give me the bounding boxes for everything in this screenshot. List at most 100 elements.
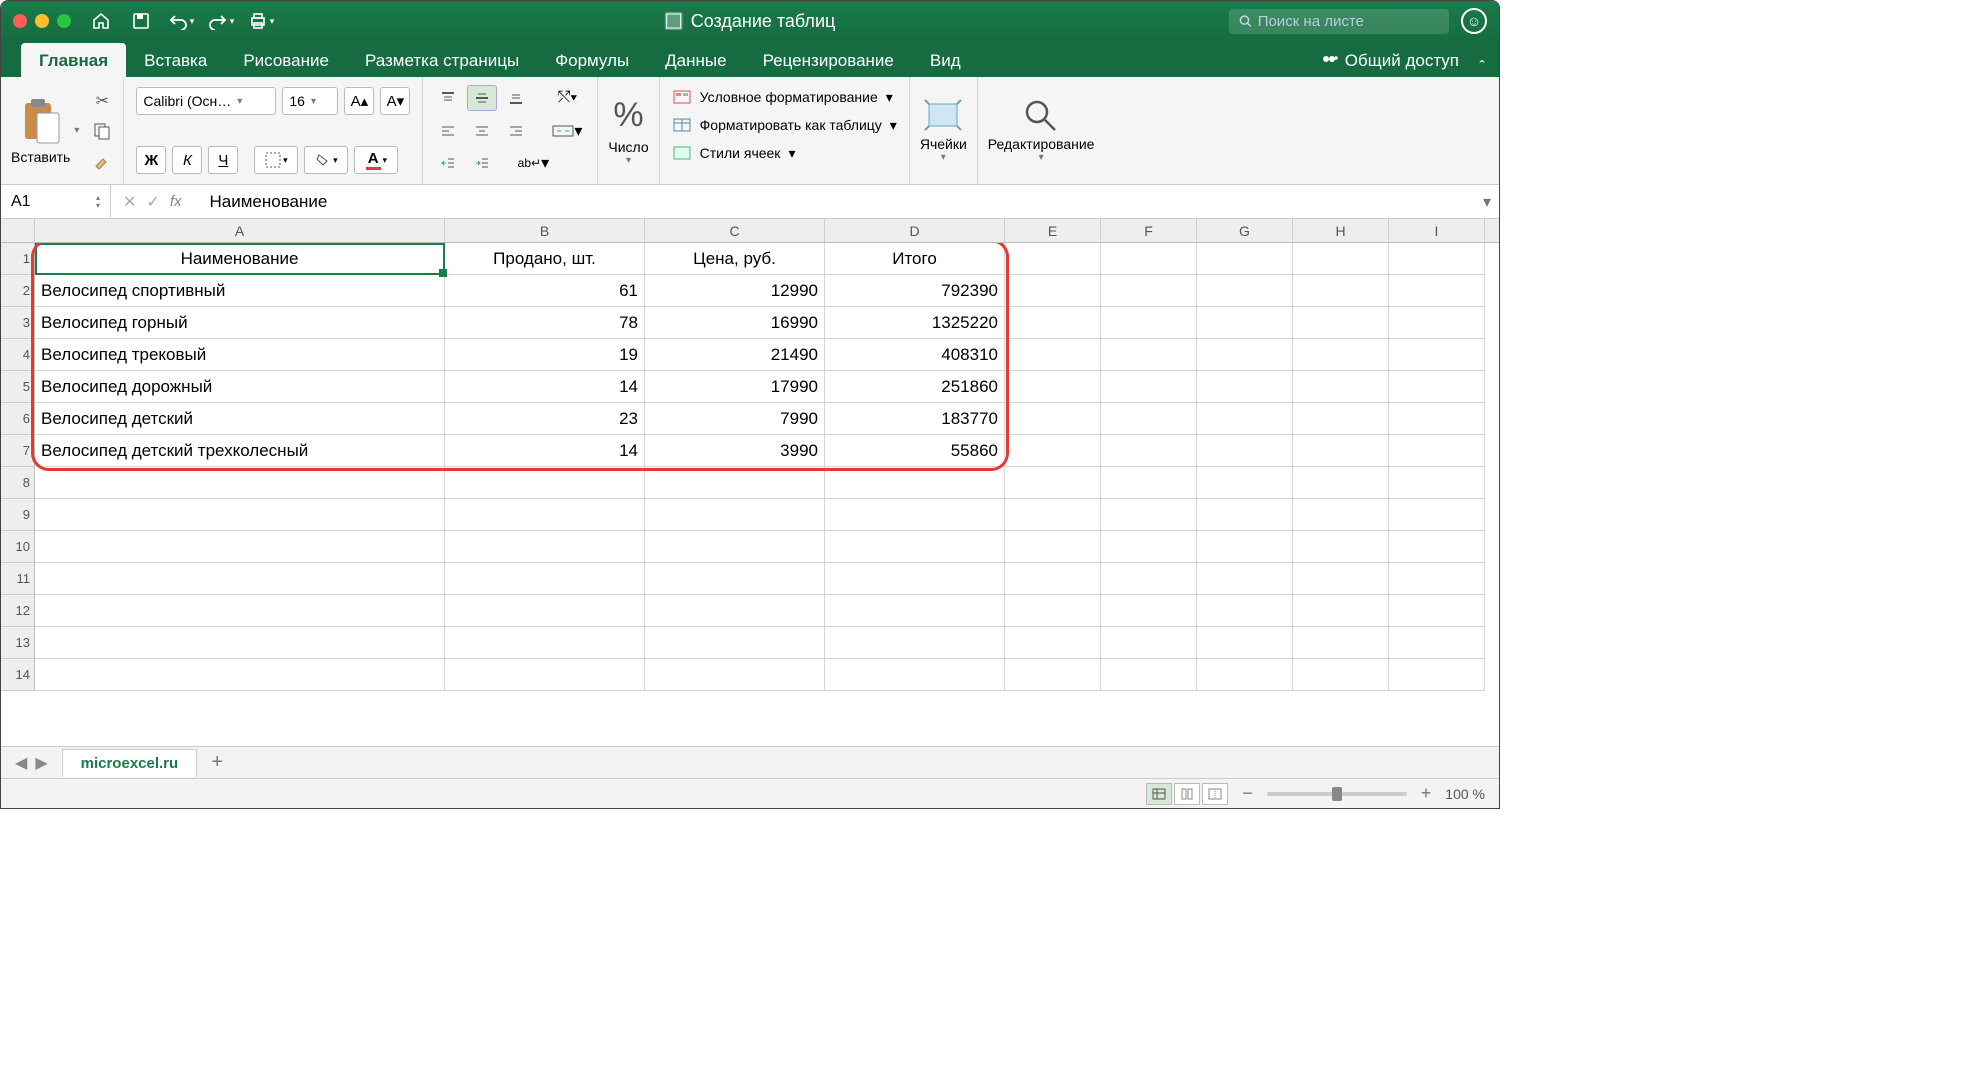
cell[interactable] [1005, 243, 1101, 275]
cell[interactable] [645, 499, 825, 531]
cell[interactable] [1101, 339, 1197, 371]
cell[interactable] [1389, 531, 1485, 563]
row-header[interactable]: 5 [1, 371, 35, 403]
page-layout-view-icon[interactable] [1174, 783, 1200, 805]
cell[interactable] [1293, 595, 1389, 627]
cell[interactable]: Велосипед спортивный [35, 275, 445, 307]
sheet-nav-next-icon[interactable]: ▶ [35, 753, 47, 773]
cell[interactable] [825, 595, 1005, 627]
font-size-combo[interactable]: 16▾ [282, 87, 338, 115]
cell[interactable]: 251860 [825, 371, 1005, 403]
cell[interactable] [35, 659, 445, 691]
cell[interactable] [645, 659, 825, 691]
cancel-formula-icon[interactable]: ✕ [123, 192, 136, 212]
row-header[interactable]: 10 [1, 531, 35, 563]
cell[interactable]: Цена, руб. [645, 243, 825, 275]
cell[interactable] [825, 467, 1005, 499]
column-header[interactable]: E [1005, 219, 1101, 242]
cell[interactable] [1293, 531, 1389, 563]
tab-formulas[interactable]: Формулы [537, 43, 647, 77]
align-right-icon[interactable] [501, 118, 531, 144]
cell[interactable] [1389, 499, 1485, 531]
cell[interactable]: 14 [445, 435, 645, 467]
maximize-window-icon[interactable] [57, 14, 71, 28]
cell[interactable] [445, 499, 645, 531]
cell[interactable] [445, 595, 645, 627]
tab-view[interactable]: Вид [912, 43, 979, 77]
align-bottom-icon[interactable] [501, 85, 531, 111]
cell[interactable] [1005, 627, 1101, 659]
cell[interactable]: Итого [825, 243, 1005, 275]
cell[interactable] [1389, 243, 1485, 275]
cell[interactable] [1389, 627, 1485, 659]
cell[interactable] [445, 467, 645, 499]
undo-icon[interactable]: ▾ [167, 7, 195, 35]
cell[interactable] [1197, 467, 1293, 499]
cell[interactable] [35, 563, 445, 595]
cell[interactable] [1101, 371, 1197, 403]
cell[interactable] [1293, 403, 1389, 435]
cell[interactable] [1005, 307, 1101, 339]
cell[interactable] [1101, 659, 1197, 691]
cell[interactable] [1005, 403, 1101, 435]
select-all-corner[interactable] [1, 219, 35, 242]
share-button[interactable]: Общий доступ [1307, 45, 1473, 77]
cell[interactable] [445, 563, 645, 595]
cell[interactable]: 183770 [825, 403, 1005, 435]
page-break-view-icon[interactable] [1202, 783, 1228, 805]
cell[interactable] [825, 659, 1005, 691]
cell[interactable] [35, 499, 445, 531]
cell[interactable] [1005, 371, 1101, 403]
name-box[interactable]: A1 ▴▾ [1, 185, 111, 218]
cell[interactable] [1101, 627, 1197, 659]
cell[interactable] [825, 563, 1005, 595]
cell[interactable] [1101, 275, 1197, 307]
cell[interactable]: 78 [445, 307, 645, 339]
column-header[interactable]: D [825, 219, 1005, 242]
cell[interactable] [1197, 563, 1293, 595]
cell[interactable] [1389, 275, 1485, 307]
tab-draw[interactable]: Рисование [225, 43, 347, 77]
align-center-icon[interactable] [467, 118, 497, 144]
column-header[interactable]: I [1389, 219, 1485, 242]
borders-button[interactable]: ▾ [254, 146, 298, 174]
column-header[interactable]: G [1197, 219, 1293, 242]
cell[interactable]: 21490 [645, 339, 825, 371]
column-header[interactable]: A [35, 219, 445, 242]
row-header[interactable]: 4 [1, 339, 35, 371]
cell[interactable] [1293, 563, 1389, 595]
underline-button[interactable]: Ч [208, 146, 238, 174]
formula-input[interactable] [203, 192, 1475, 212]
close-window-icon[interactable] [13, 14, 27, 28]
cell[interactable] [1197, 627, 1293, 659]
cell[interactable] [645, 467, 825, 499]
cell[interactable] [1101, 531, 1197, 563]
tab-page-layout[interactable]: Разметка страницы [347, 43, 537, 77]
cell[interactable] [1293, 627, 1389, 659]
cell[interactable] [1005, 563, 1101, 595]
cell[interactable]: 61 [445, 275, 645, 307]
cell[interactable] [1005, 339, 1101, 371]
cell[interactable]: 14 [445, 371, 645, 403]
row-header[interactable]: 12 [1, 595, 35, 627]
cell[interactable] [1389, 339, 1485, 371]
cell[interactable] [1005, 499, 1101, 531]
cell[interactable] [1389, 659, 1485, 691]
save-icon[interactable] [127, 7, 155, 35]
cell[interactable] [445, 531, 645, 563]
paste-dropdown-icon[interactable]: ▾ [74, 125, 79, 136]
zoom-in-icon[interactable]: + [1421, 783, 1432, 804]
cell[interactable] [1293, 435, 1389, 467]
cell[interactable] [1197, 435, 1293, 467]
tab-review[interactable]: Рецензирование [745, 43, 912, 77]
cell[interactable] [1389, 467, 1485, 499]
cell[interactable] [1389, 435, 1485, 467]
cell[interactable]: Велосипед дорожный [35, 371, 445, 403]
tab-home[interactable]: Главная [21, 43, 126, 77]
cell[interactable] [1101, 435, 1197, 467]
feedback-icon[interactable]: ☺ [1461, 8, 1487, 34]
cell[interactable]: 1325220 [825, 307, 1005, 339]
cell[interactable] [1293, 371, 1389, 403]
cells-button[interactable]: Ячейки [920, 98, 967, 152]
cell[interactable] [445, 659, 645, 691]
